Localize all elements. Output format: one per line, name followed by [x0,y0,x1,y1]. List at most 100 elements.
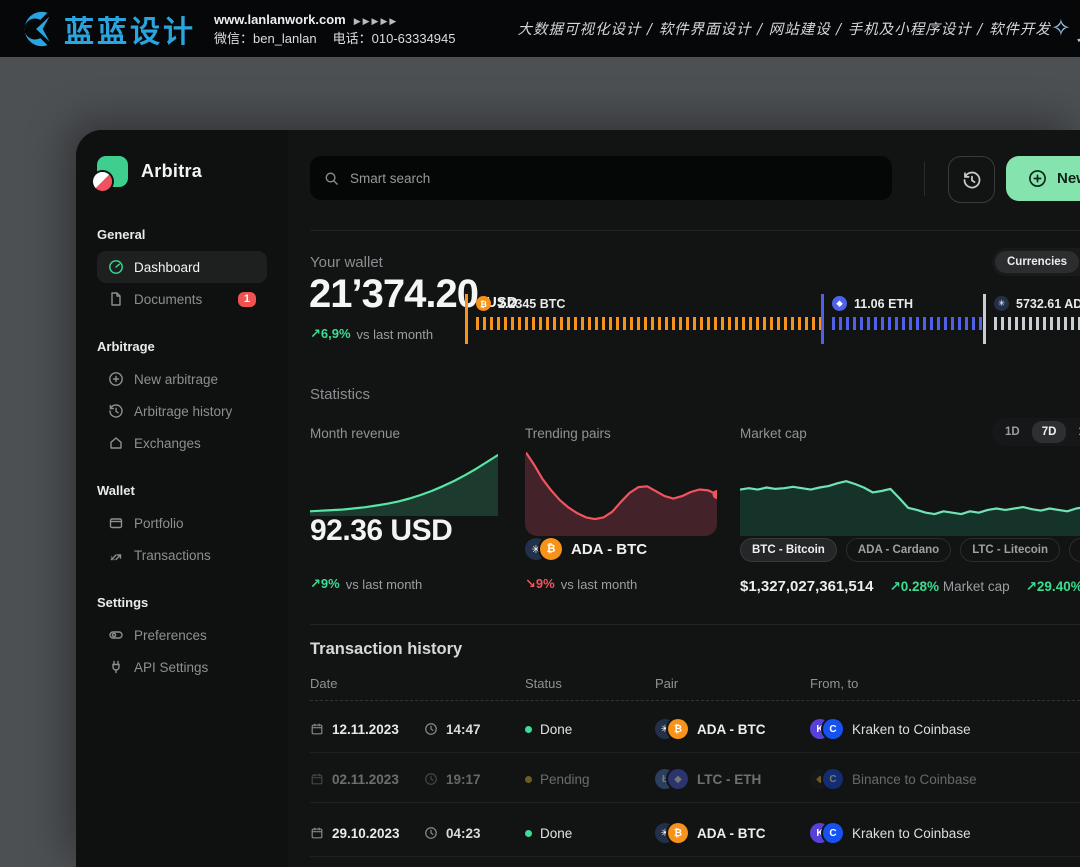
toggle-icon [108,627,124,643]
tx-route: Kraken to Coinbase [852,722,971,737]
row-divider [310,752,1080,753]
inspiration-collect[interactable]: ✧ 灵感收集 [1051,10,1080,47]
month-revenue-chart [310,450,498,516]
tab-eth-ethereum[interactable]: ETH - Ethereum [1069,538,1080,562]
banner-contact: www.lanlanwork.com▶▶▶▶▶ 微信：ben_lanlan电话：… [214,13,455,45]
status-dot-pending [525,776,532,783]
change-suffix: vs last month [346,577,423,592]
sparkle-icon: ✧ [1051,17,1071,41]
row-divider [310,802,1080,803]
eth-segment[interactable]: ◆11.06 ETH [821,294,983,344]
sidebar-item-transactions[interactable]: Transactions [97,539,267,571]
wallet-section-title: Your wallet [310,254,383,271]
history-button[interactable] [948,156,995,203]
search-icon [324,171,339,186]
change-value: ↗6,9% [310,326,351,342]
sidebar-item-portfolio[interactable]: Portfolio [97,507,267,539]
tx-status: Pending [540,772,590,787]
tx-date: 12.11.2023 [332,722,399,737]
status-dot-done [525,830,532,837]
wechat-label: 微信：ben_lanlan [214,31,317,46]
nav-section-settings: Settings [97,595,267,610]
btc-icon: ₿ [668,823,688,843]
trending-pairs-chart [525,446,717,536]
col-pair: Pair [655,676,810,691]
tab-btc-bitcoin[interactable]: BTC - Bitcoin [740,538,837,562]
sidebar-item-label: API Settings [134,660,208,675]
pair-label: ADA - BTC [571,541,647,558]
documents-badge: 1 [238,292,256,307]
tx-time: 14:47 [446,722,481,737]
ada-ticks [994,317,1080,330]
table-row[interactable]: 29.10.2023 04:23 Done ✳₿ADA - BTC KCKrak… [310,810,1080,856]
market-cap-value: $1,327,027,361,514 [740,578,873,595]
calendar-icon [310,826,324,840]
table-row[interactable]: 02.11.2023 19:17 Pending Ł◆LTC - ETH ◆CB… [310,756,1080,802]
period-1m[interactable]: 1M [1068,421,1080,443]
market-cap-pct: ↗0.28% [889,579,939,594]
home-icon [108,435,124,451]
ada-segment[interactable]: ✳5732.61 ADA [983,294,1080,344]
wallet-view-toggle: Currencies Exchanges [992,248,1080,276]
change-value: ↗9% [310,576,340,592]
section-divider [310,624,1080,625]
volume-pct: ↗29.40% [1026,579,1080,594]
site-banner: 蓝蓝设计 www.lanlanwork.com▶▶▶▶▶ 微信：ben_lanl… [0,0,1080,57]
transfer-arrows-icon [108,547,124,563]
btc-ticks [476,317,821,330]
tx-date: 02.11.2023 [332,772,399,787]
btc-segment[interactable]: ₿2.2345 BTC [465,294,821,344]
lanlan-logo-icon[interactable] [14,8,60,50]
sidebar-item-preferences[interactable]: Preferences [97,619,267,651]
services-list: 大数据可视化设计 / 软件界面设计 / 网站建设 / 手机及小程序设计 / 软件… [517,18,1050,39]
tx-pair: ADA - BTC [697,826,766,841]
sidebar-item-arbitrage-history[interactable]: Arbitrage history [97,395,267,427]
tx-route: Kraken to Coinbase [852,826,971,841]
toggle-currencies[interactable]: Currencies [995,251,1079,273]
change-suffix: vs last month [357,327,434,342]
period-7d[interactable]: 7D [1032,421,1067,443]
tx-pair: ADA - BTC [697,722,766,737]
plus-circle-icon [108,371,124,387]
sidebar-item-api-settings[interactable]: API Settings [97,651,267,683]
period-1d[interactable]: 1D [995,421,1030,443]
month-revenue-value: 92.36 USD [310,514,452,548]
tx-pair: LTC - ETH [697,772,761,787]
tab-ltc-litecoin[interactable]: LTC - Litecoin [960,538,1060,562]
clock-icon [424,722,438,736]
brand-name[interactable]: 蓝蓝设计 [64,7,196,51]
sidebar-item-label: Arbitrage history [134,404,232,419]
sidebar-item-label: Transactions [134,548,211,563]
btc-icon: ₿ [668,719,688,739]
tx-route: Binance to Coinbase [852,772,977,787]
table-row[interactable]: 12.11.2023 14:47 Done ✳₿ADA - BTC KCKrak… [310,706,1080,752]
wallet-icon [108,515,124,531]
calendar-icon [310,722,324,736]
app-logo[interactable]: Arbitra [97,156,267,187]
sidebar-item-label: Portfolio [134,516,184,531]
coinbase-icon: C [823,719,843,739]
sidebar-item-documents[interactable]: Documents 1 [97,283,267,315]
btc-amount: 2.2345 BTC [498,297,565,311]
sidebar-item-dashboard[interactable]: Dashboard [97,251,267,283]
website-link[interactable]: www.lanlanwork.com [214,12,346,27]
arbitra-logo-icon [97,156,128,187]
transactions-title: Transaction history [310,640,462,659]
new-arbitrage-button[interactable]: New arbitrage [1006,156,1080,201]
search-input[interactable] [348,170,878,187]
btc-icon: ₿ [540,538,562,560]
col-from-to: From, to [810,676,858,691]
calendar-icon [310,772,324,786]
tx-status: Done [540,826,572,841]
table-header: Date Status Pair From, to [310,676,1080,691]
tab-ada-cardano[interactable]: ADA - Cardano [846,538,951,562]
search-bar [310,156,892,200]
change-suffix: vs last month [561,577,638,592]
sidebar-item-label: New arbitrage [134,372,218,387]
sidebar-item-exchanges[interactable]: Exchanges [97,427,267,459]
trending-pair: ✳₿ ADA - BTC [525,538,647,560]
sidebar: Arbitra General Dashboard Documents 1 Ar… [76,130,288,867]
app-name: Arbitra [141,161,202,182]
history-icon [108,403,124,419]
sidebar-item-new-arbitrage[interactable]: New arbitrage [97,363,267,395]
